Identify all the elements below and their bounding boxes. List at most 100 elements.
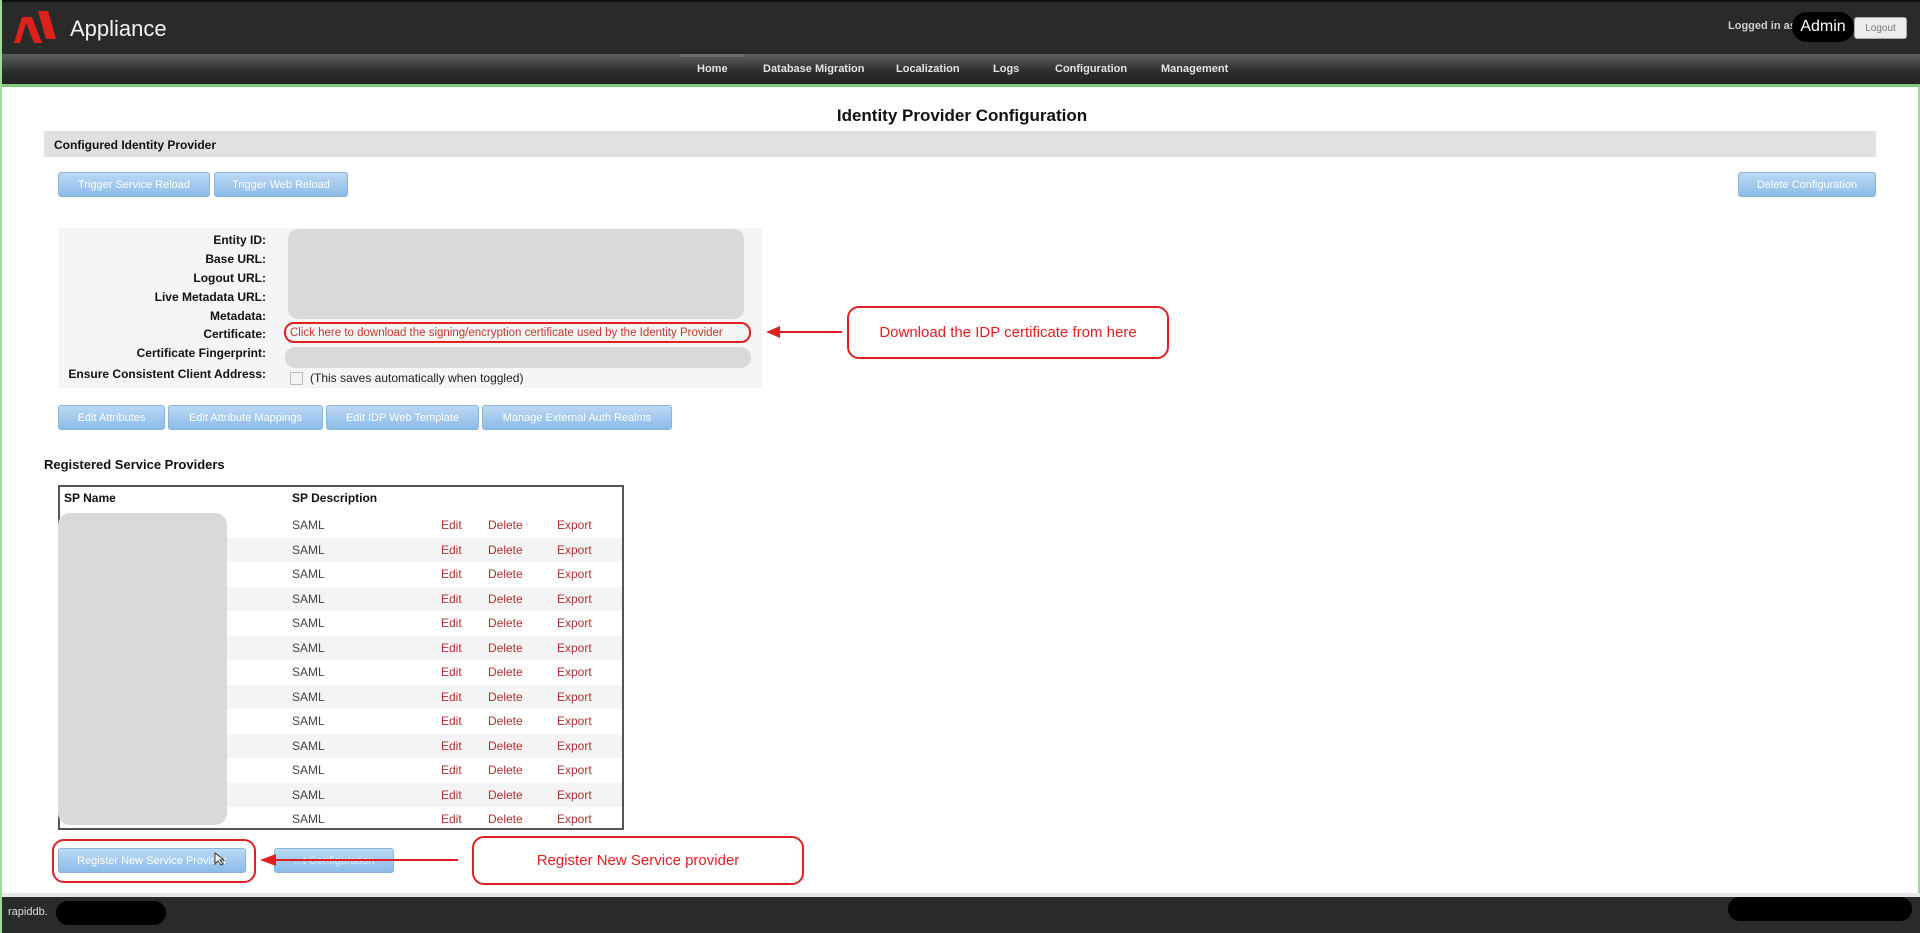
user-badge: Admin bbox=[1792, 12, 1854, 42]
export-link[interactable]: Export bbox=[557, 543, 592, 557]
export-link[interactable]: Export bbox=[557, 567, 592, 581]
nav-home[interactable]: Home bbox=[697, 63, 728, 75]
delete-link[interactable]: Delete bbox=[488, 592, 523, 606]
redacted-footer-info bbox=[1728, 897, 1912, 921]
arrow-left-icon bbox=[766, 326, 842, 338]
edit-link[interactable]: Edit bbox=[441, 616, 462, 630]
edit-link[interactable]: Edit bbox=[441, 714, 462, 728]
export-link[interactable]: Export bbox=[557, 641, 592, 655]
export-link[interactable]: Export bbox=[557, 812, 592, 826]
sp-description-cell: SAML bbox=[292, 738, 325, 753]
delete-link[interactable]: Delete bbox=[488, 543, 523, 557]
toggle-note: (This saves automatically when toggled) bbox=[310, 371, 524, 385]
redacted-host bbox=[56, 901, 166, 925]
export-link[interactable]: Export bbox=[557, 690, 592, 704]
sp-description-cell: SAML bbox=[292, 591, 325, 606]
sp-description-cell: SAML bbox=[292, 763, 325, 777]
nav-logs[interactable]: Logs bbox=[993, 63, 1019, 75]
delete-configuration-button[interactable]: Delete Configuration bbox=[1738, 172, 1876, 197]
mouse-cursor-icon bbox=[214, 852, 226, 866]
edit-link[interactable]: Edit bbox=[441, 641, 462, 655]
live-metadata-url-label: Live Metadata URL: bbox=[154, 290, 266, 304]
delete-link[interactable]: Delete bbox=[488, 788, 523, 802]
sp-description-cell: SAML bbox=[292, 567, 325, 581]
export-link[interactable]: Export bbox=[557, 665, 592, 679]
manage-external-auth-realms-button[interactable]: Manage External Auth Realms bbox=[482, 405, 672, 430]
edit-idp-web-template-button[interactable]: Edit IDP Web Template bbox=[326, 405, 479, 430]
delete-link[interactable]: Delete bbox=[488, 518, 523, 532]
export-link[interactable]: Export bbox=[557, 739, 592, 753]
redacted-sp-names bbox=[58, 513, 227, 825]
entity-id-label: Entity ID: bbox=[213, 233, 266, 247]
certificate-fingerprint-label: Certificate Fingerprint: bbox=[136, 346, 266, 360]
export-link[interactable]: Export bbox=[557, 518, 592, 532]
sp-description-cell: SAML bbox=[292, 665, 325, 679]
edit-link[interactable]: Edit bbox=[441, 763, 462, 777]
logout-url-label: Logout URL: bbox=[193, 271, 266, 285]
edit-link[interactable]: Edit bbox=[441, 739, 462, 753]
section-title: Configured Identity Provider bbox=[54, 138, 217, 152]
certificate-highlight bbox=[284, 322, 751, 343]
delete-link[interactable]: Delete bbox=[488, 739, 523, 753]
sp-description-cell: SAML bbox=[292, 787, 325, 802]
delete-link[interactable]: Delete bbox=[488, 567, 523, 581]
edit-link[interactable]: Edit bbox=[441, 690, 462, 704]
redacted-fingerprint bbox=[285, 347, 751, 368]
metadata-label: Metadata: bbox=[209, 309, 266, 323]
appliance-logo-icon bbox=[14, 11, 56, 43]
base-url-label: Base URL: bbox=[205, 252, 266, 266]
sp-description-cell: SAML bbox=[292, 812, 325, 826]
logged-in-label: Logged in as: bbox=[1728, 20, 1800, 32]
delete-link[interactable]: Delete bbox=[488, 616, 523, 630]
export-link[interactable]: Export bbox=[557, 592, 592, 606]
nav-configuration[interactable]: Configuration bbox=[1055, 63, 1127, 75]
delete-link[interactable]: Delete bbox=[488, 812, 523, 826]
sp-description-column-header: SP Description bbox=[292, 491, 378, 505]
arrow-left-icon bbox=[260, 854, 458, 866]
main-nav bbox=[2, 54, 1920, 87]
trigger-service-reload-button[interactable]: Trigger Service Reload bbox=[58, 172, 210, 197]
top-bar bbox=[2, 0, 1920, 54]
section-header bbox=[44, 131, 1876, 157]
nav-database-migration[interactable]: Database Migration bbox=[763, 63, 864, 75]
delete-link[interactable]: Delete bbox=[488, 714, 523, 728]
host-label: rapiddb. bbox=[8, 906, 48, 918]
edit-link[interactable]: Edit bbox=[441, 518, 462, 532]
edit-attributes-button[interactable]: Edit Attributes bbox=[58, 405, 165, 430]
logout-button[interactable]: Logout bbox=[1854, 17, 1907, 39]
app-name: Appliance bbox=[70, 16, 167, 41]
edit-attribute-mappings-button[interactable]: Edit Attribute Mappings bbox=[168, 405, 323, 430]
export-link[interactable]: Export bbox=[557, 616, 592, 630]
sp-description-cell: SAML bbox=[292, 640, 325, 655]
redacted-values bbox=[288, 229, 744, 319]
certificate-callout: Download the IDP certificate from here bbox=[847, 306, 1169, 359]
sp-description-cell: SAML bbox=[292, 518, 325, 532]
trigger-web-reload-button[interactable]: Trigger Web Reload bbox=[214, 172, 348, 197]
nav-localization[interactable]: Localization bbox=[896, 63, 960, 75]
sp-name-column-header: SP Name bbox=[64, 491, 116, 505]
page-title: Identity Provider Configuration bbox=[836, 106, 1088, 125]
edit-link[interactable]: Edit bbox=[441, 592, 462, 606]
export-link[interactable]: Export bbox=[557, 714, 592, 728]
consistent-address-checkbox[interactable] bbox=[290, 372, 303, 385]
edit-link[interactable]: Edit bbox=[441, 567, 462, 581]
delete-link[interactable]: Delete bbox=[488, 641, 523, 655]
register-callout: Register New Service provider bbox=[472, 836, 804, 885]
edit-link[interactable]: Edit bbox=[441, 812, 462, 826]
delete-link[interactable]: Delete bbox=[488, 763, 523, 777]
nav-management[interactable]: Management bbox=[1161, 63, 1228, 75]
sp-description-cell: SAML bbox=[292, 714, 325, 728]
export-link[interactable]: Export bbox=[557, 788, 592, 802]
export-link[interactable]: Export bbox=[557, 763, 592, 777]
sp-description-cell: SAML bbox=[292, 689, 325, 704]
nav-active-indicator bbox=[679, 54, 745, 57]
edit-link[interactable]: Edit bbox=[441, 665, 462, 679]
edit-link[interactable]: Edit bbox=[441, 788, 462, 802]
ensure-consistent-label: Ensure Consistent Client Address: bbox=[68, 367, 266, 381]
certificate-label: Certificate: bbox=[203, 327, 266, 341]
status-bar bbox=[2, 893, 1920, 933]
delete-link[interactable]: Delete bbox=[488, 665, 523, 679]
sp-description-cell: SAML bbox=[292, 542, 325, 557]
edit-link[interactable]: Edit bbox=[441, 543, 462, 557]
delete-link[interactable]: Delete bbox=[488, 690, 523, 704]
